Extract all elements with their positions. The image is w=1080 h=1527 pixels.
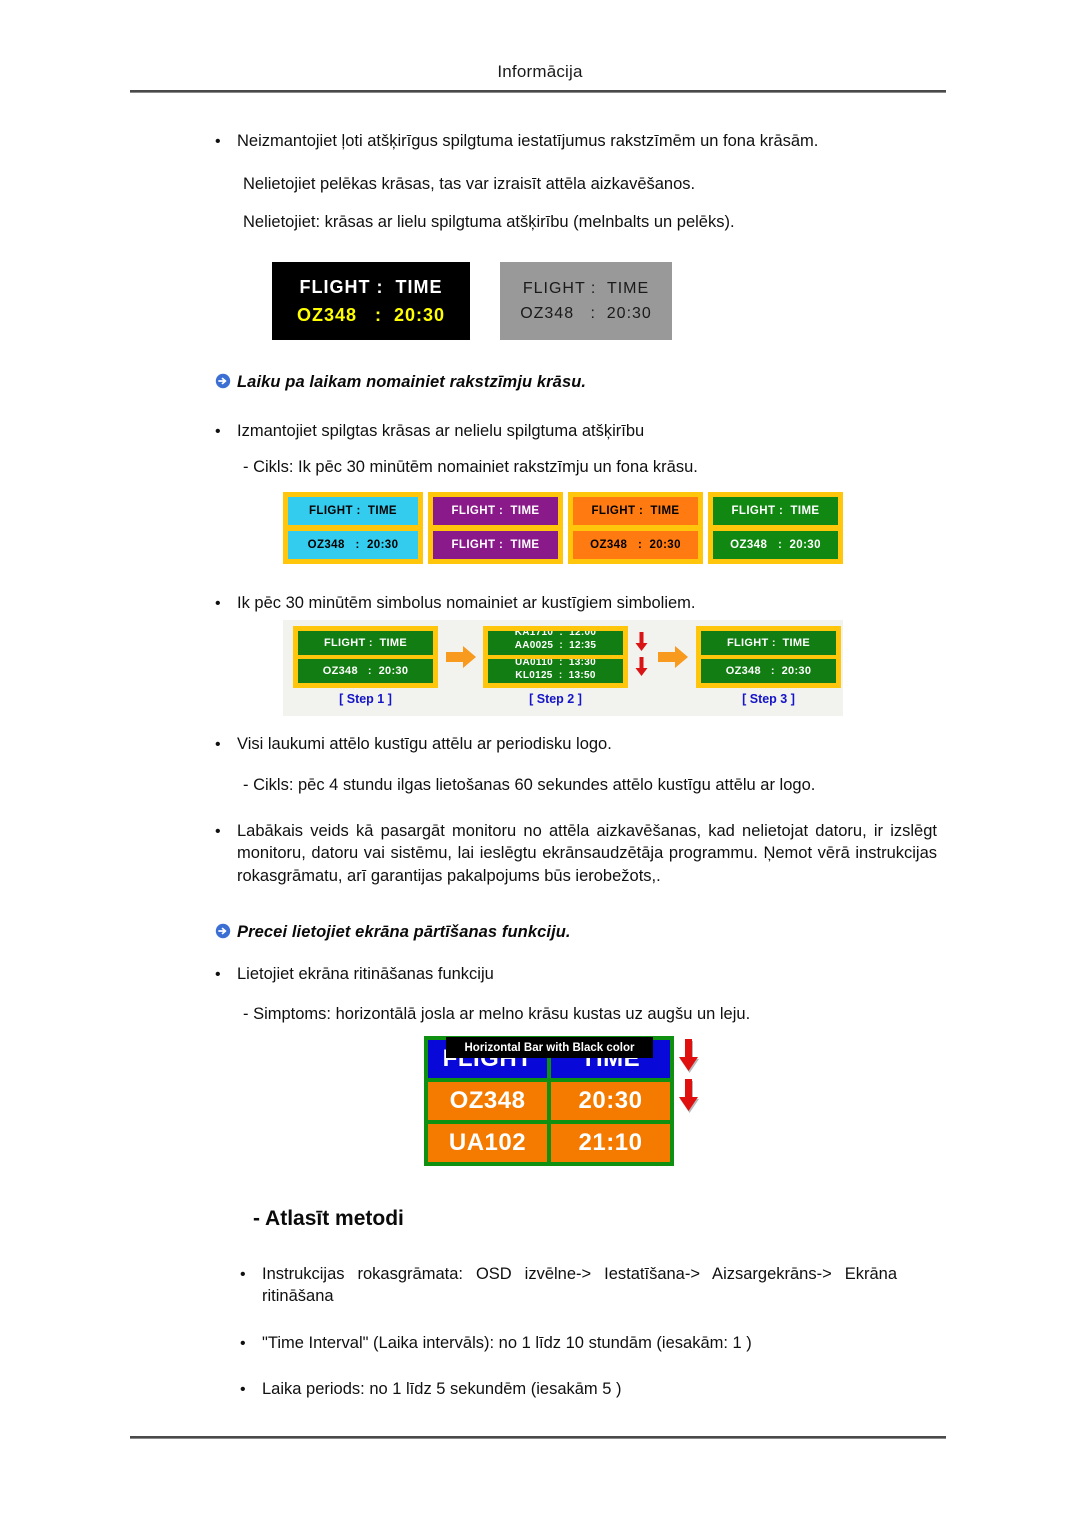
- flight-board-row-1: OZ348 20:30: [428, 1082, 670, 1120]
- flight-display-gray-header: FLIGHT : TIME: [522, 279, 650, 297]
- page-header-title: Informācija: [497, 62, 583, 81]
- down-arrow-icon-4: [678, 1079, 700, 1115]
- footer-divider: [130, 1436, 946, 1439]
- flight-display-purple-header: FLIGHT : TIME: [433, 497, 558, 525]
- section-title-methods: - Atlasīt metodi: [253, 1207, 404, 1230]
- step2-label: [ Step 2 ]: [529, 692, 582, 706]
- step2-clip-line4: KL0125 : 13:50: [515, 670, 596, 681]
- header-divider: [130, 90, 946, 93]
- bullet-marker: •: [215, 595, 221, 612]
- bullet-item-method-2: • "Time Interval" (Laika intervāls): no …: [240, 1332, 940, 1354]
- bullet-marker: •: [240, 1335, 246, 1352]
- flight-board-row-2: UA102 21:10: [428, 1124, 670, 1162]
- down-arrow-icon-2: [635, 657, 648, 677]
- bullet-text-method-1: Instrukcijas rokasgrāmata: OSD izvēlne->…: [262, 1265, 897, 1306]
- flight-display-purple-row: FLIGHT : TIME: [433, 531, 558, 559]
- bullet-text-method-3: Laika periods: no 1 līdz 5 sekundēm (ies…: [262, 1380, 622, 1398]
- flight-display-green-header: FLIGHT : TIME: [713, 497, 838, 525]
- note-change-text-color-label: Laiku pa laikam nomainiet rakstzīmju krā…: [237, 373, 587, 391]
- flight-display-gray: FLIGHT : TIME OZ348 : 20:30: [500, 262, 672, 340]
- flight-display-orange: FLIGHT : TIME OZ348 : 20:30: [568, 492, 703, 564]
- bullet-marker: •: [215, 736, 221, 753]
- step3-display: FLIGHT : TIME OZ348 : 20:30: [696, 626, 841, 688]
- bullet-marker: •: [215, 423, 221, 440]
- document-page: Informācija • Neizmantojiet ļoti atšķirī…: [0, 0, 1080, 1527]
- bullet-text-bright-colors: Izmantojiet spilgtas krāsas ar nelielu s…: [237, 422, 645, 440]
- flight-display-purple: FLIGHT : TIME FLIGHT : TIME: [428, 492, 563, 564]
- step2-row-scrolling-bottom: UA0110 : 13:30 KL0125 : 13:50: [488, 659, 623, 683]
- bullet-item-moving-symbols: • Ik pēc 30 minūtēm simbolus nomainiet a…: [215, 592, 935, 614]
- flight-display-cyan: FLIGHT : TIME OZ348 : 20:30: [283, 492, 423, 564]
- flight-display-orange-row: OZ348 : 20:30: [573, 531, 698, 559]
- step3-header: FLIGHT : TIME: [701, 631, 836, 655]
- color-panel-strip: FLIGHT : TIME OZ348 : 20:30 FLIGHT : TIM…: [283, 492, 843, 568]
- bullet-text-method-2: "Time Interval" (Laika intervāls): no 1 …: [262, 1334, 752, 1352]
- flight-display-orange-header: FLIGHT : TIME: [573, 497, 698, 525]
- intro-line-gray: Nelietojiet pelēkas krāsas, tas var izra…: [243, 175, 696, 193]
- flight-board-row2-time: 21:10: [551, 1124, 670, 1162]
- bullet-item-bright-colors: • Izmantojiet spilgtas krāsas ar nelielu…: [215, 420, 935, 442]
- right-arrow-icon-2: [658, 646, 688, 668]
- flight-display-green-row: OZ348 : 20:30: [713, 531, 838, 559]
- step1-display: FLIGHT : TIME OZ348 : 20:30: [293, 626, 438, 688]
- step3-label: [ Step 3 ]: [742, 692, 795, 706]
- subnote-cycle-4h: - Cikls: pēc 4 stundu ilgas lietošanas 6…: [243, 776, 816, 794]
- step2-row-scrolling-top: KA1710 : 12:00 AA0025 : 12:35: [488, 631, 623, 655]
- step2-clip-line1: KA1710 : 12:00: [514, 631, 597, 638]
- step3-row: OZ348 : 20:30: [701, 659, 836, 683]
- step2-display: KA1710 : 12:00 AA0025 : 12:35 UA0110 : 1…: [483, 626, 628, 688]
- bullet-item-method-3: • Laika periods: no 1 līdz 5 sekundēm (i…: [240, 1378, 940, 1400]
- step-sequence-figure: FLIGHT : TIME OZ348 : 20:30 [ Step 1 ] K…: [283, 620, 843, 716]
- step1-header: FLIGHT : TIME: [298, 631, 433, 655]
- flight-display-gray-row: OZ348 : 20:30: [520, 304, 652, 322]
- bullet-item-scroll-function: • Lietojiet ekrāna ritināšanas funkciju: [215, 963, 935, 985]
- bullet-marker: •: [215, 823, 221, 840]
- bullet-item-best-way: • Labākais veids kā pasargāt monitoru no…: [215, 820, 945, 887]
- intro-line-blackwhite: Nelietojiet: krāsas ar lielu spilgtuma a…: [243, 213, 735, 231]
- down-arrow-icon-3: [678, 1039, 700, 1075]
- flight-display-black-row: OZ348 : 20:30: [296, 304, 446, 325]
- flight-display-green: FLIGHT : TIME OZ348 : 20:30: [708, 492, 843, 564]
- arrow-circle-icon: [215, 923, 237, 943]
- bullet-marker: •: [215, 133, 221, 150]
- arrow-circle-icon: [215, 373, 237, 393]
- down-arrow-icon-1: [635, 632, 648, 652]
- bullet-item-contrast: • Neizmantojiet ļoti atšķirīgus spilgtum…: [215, 130, 935, 152]
- flight-board-row1-time: 20:30: [551, 1082, 670, 1120]
- bullet-item-all-fields: • Visi laukumi attēlo kustīgu attēlu ar …: [215, 733, 935, 755]
- step1-label: [ Step 1 ]: [339, 692, 392, 706]
- bullet-text-scroll-function: Lietojiet ekrāna ritināšanas funkciju: [237, 965, 494, 983]
- bullet-marker: •: [215, 966, 221, 983]
- flight-board-row2-flight: UA102: [428, 1124, 547, 1162]
- bullet-text-moving-symbols: Ik pēc 30 minūtēm simbolus nomainiet ar …: [237, 594, 696, 612]
- subnote-cycle-30min: - Cikls: Ik pēc 30 minūtēm nomainiet rak…: [243, 458, 698, 476]
- step1-row: OZ348 : 20:30: [298, 659, 433, 683]
- step2-clip-line2: AA0025 : 12:35: [514, 640, 597, 651]
- note-use-screen-refresh-label: Precei lietojiet ekrāna pārtīšanas funkc…: [237, 923, 571, 941]
- flight-display-black-header: FLIGHT : TIME: [299, 276, 443, 297]
- horizontal-black-bar: Horizontal Bar with Black color: [446, 1037, 653, 1058]
- bullet-marker: •: [240, 1266, 246, 1283]
- right-arrow-icon-1: [446, 646, 476, 668]
- note-change-text-color: Laiku pa laikam nomainiet rakstzīmju krā…: [215, 372, 915, 393]
- bullet-text-best-way: Labākais veids kā pasargāt monitoru no a…: [237, 822, 937, 885]
- flight-display-cyan-row: OZ348 : 20:30: [288, 531, 418, 559]
- flight-display-black: FLIGHT : TIME OZ348 : 20:30: [272, 262, 470, 340]
- flight-display-cyan-header: FLIGHT : TIME: [288, 497, 418, 525]
- flight-board-row1-flight: OZ348: [428, 1082, 547, 1120]
- subnote-symptom: - Simptoms: horizontālā josla ar melno k…: [243, 1005, 751, 1023]
- bullet-marker: •: [240, 1381, 246, 1398]
- bullet-text-contrast: Neizmantojiet ļoti atšķirīgus spilgtuma …: [237, 132, 819, 150]
- note-use-screen-refresh: Precei lietojiet ekrāna pārtīšanas funkc…: [215, 922, 915, 943]
- bullet-text-all-fields: Visi laukumi attēlo kustīgu attēlu ar pe…: [237, 735, 612, 753]
- bullet-item-method-1: • Instrukcijas rokasgrāmata: OSD izvēlne…: [240, 1263, 940, 1308]
- step2-clip-line3: UA0110 : 13:30: [515, 659, 596, 668]
